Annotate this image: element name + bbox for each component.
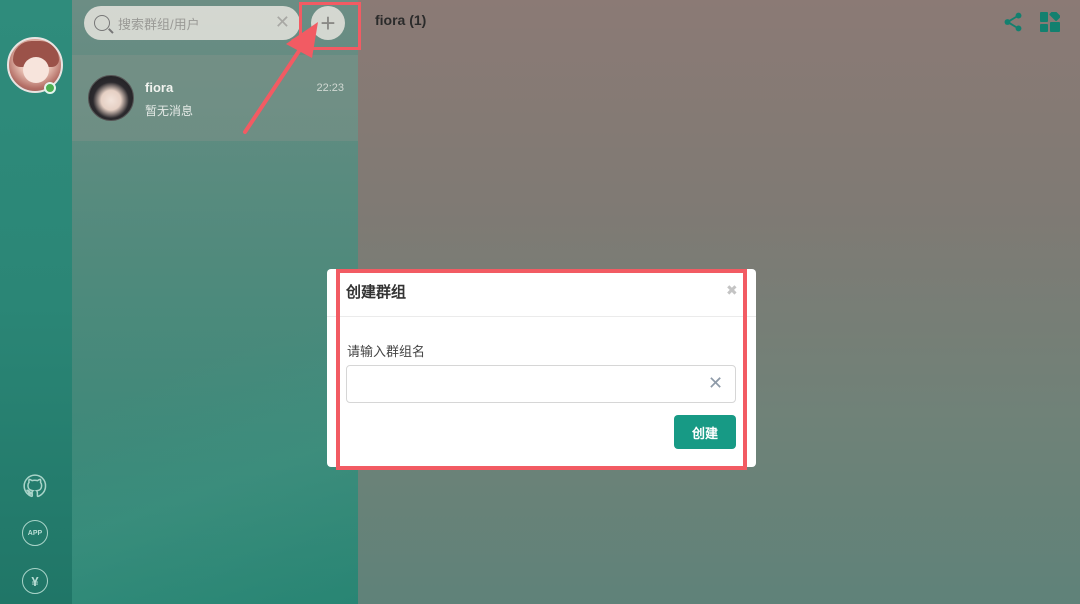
conversation-time: 22:23 [316,82,344,94]
donate-yen-icon[interactable]: ¥ [22,568,48,594]
app-download-icon[interactable]: APP [22,520,48,546]
conversation-preview: 暂无消息 [145,104,194,118]
share-icon[interactable] [1002,11,1024,33]
conversation-name: fiora [145,80,174,95]
online-status-indicator [44,82,56,94]
app-label: APP [27,529,43,537]
search-clear-icon[interactable]: ✕ [275,13,290,31]
dashboard-icon[interactable] [1040,12,1060,32]
input-clear-icon[interactable]: ✕ [708,373,723,393]
yen-label: ¥ [31,573,39,589]
annotation-highlight-add [299,2,361,50]
chat-title: fiora (1) [375,12,427,28]
group-name-input[interactable] [346,365,736,403]
dialog-title: 创建群组 [346,284,407,301]
conversation-avatar [88,75,134,121]
close-icon[interactable]: ✖ [726,282,738,299]
search-icon [94,15,110,31]
conversation-list-item[interactable]: fiora 22:23 暂无消息 [72,55,358,141]
github-icon[interactable] [22,473,48,499]
avatar-face [23,57,49,83]
search-input[interactable]: 搜索群组/用户 ✕ [84,6,300,40]
create-button[interactable]: 创建 [674,415,736,449]
dialog-divider [327,316,756,317]
group-name-label: 请输入群组名 [347,344,426,359]
search-placeholder: 搜索群组/用户 [118,16,200,32]
